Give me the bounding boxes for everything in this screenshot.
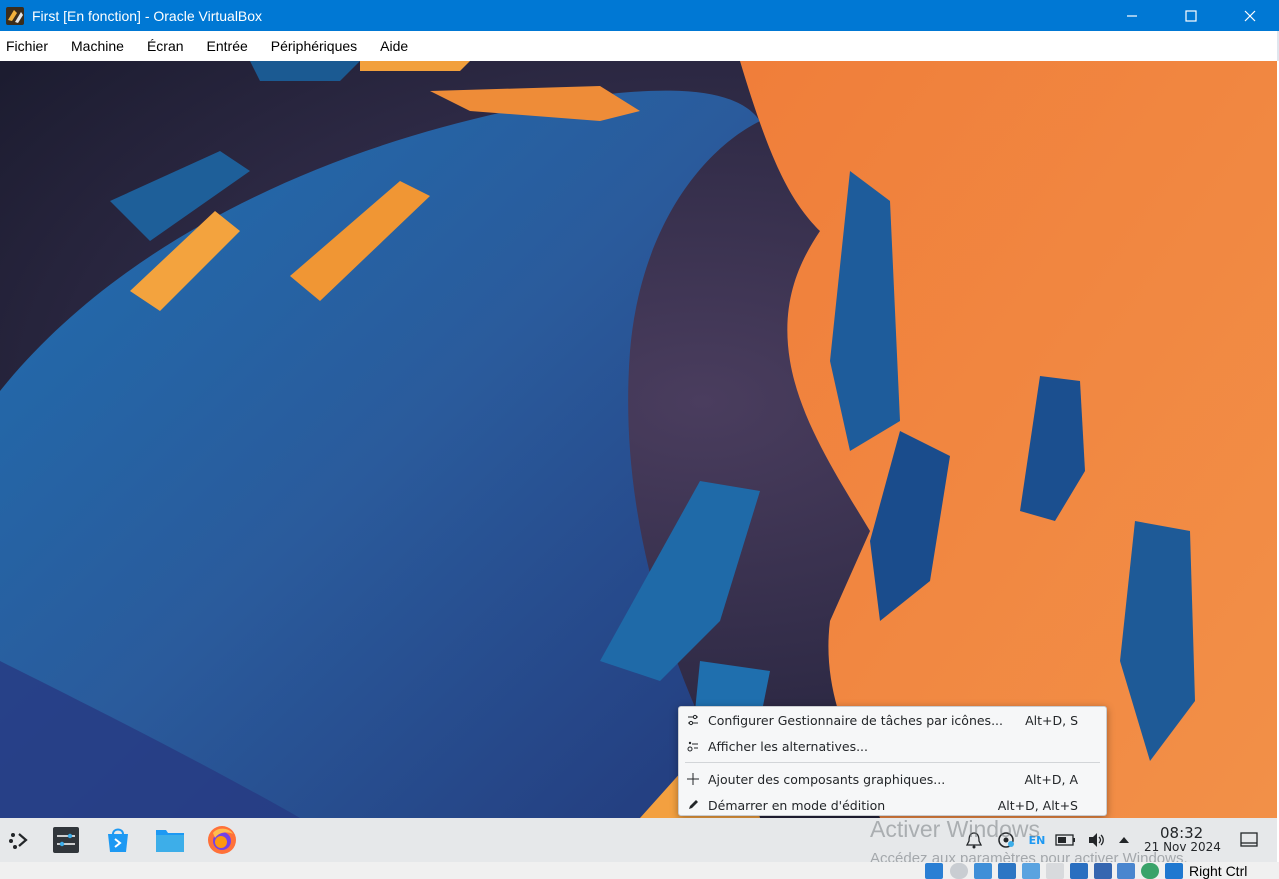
display-icon[interactable] (1070, 863, 1088, 879)
maximize-button[interactable] (1161, 0, 1220, 31)
menu-item-label: Ajouter des composants graphiques... (708, 771, 946, 787)
panel-context-menu: Configurer Gestionnaire de tâches par ic… (678, 706, 1107, 816)
configure-icon (686, 713, 700, 727)
network-adapter-icon[interactable] (998, 863, 1016, 879)
usb-icon[interactable] (1022, 863, 1040, 879)
show-desktop-icon[interactable] (1234, 824, 1264, 856)
desktop-wallpaper (0, 61, 1277, 818)
maximize-icon (1184, 9, 1197, 22)
menu-item-show-alternatives[interactable]: Afficher les alternatives... (679, 734, 1106, 758)
shared-folders-icon[interactable] (1046, 863, 1064, 879)
virtualbox-statusbar: Right Ctrl (0, 862, 1279, 879)
menu-item-label: Démarrer en mode d'édition (708, 797, 886, 813)
firefox-icon[interactable] (206, 824, 238, 856)
close-icon (1244, 10, 1255, 21)
application-launcher-icon[interactable] (2, 824, 34, 856)
menu-bar: Fichier Machine Écran Entrée Périphériqu… (0, 31, 1279, 61)
vm-display[interactable]: Configurer Gestionnaire de tâches par ic… (0, 61, 1277, 818)
virtualbox-app-icon (6, 6, 24, 25)
menu-aide[interactable]: Aide (380, 38, 408, 54)
menu-item-shortcut: Alt+D, Alt+S (997, 797, 1078, 813)
window-title: First [En fonction] - Oracle VirtualBox (32, 7, 263, 24)
audio-icon[interactable] (974, 863, 992, 879)
menu-peripheriques[interactable]: Périphériques (271, 38, 357, 54)
menu-item-configure-task-manager[interactable]: Configurer Gestionnaire de tâches par ic… (679, 708, 1106, 732)
mouse-integration-icon[interactable] (1141, 863, 1159, 879)
menu-machine[interactable]: Machine (71, 38, 124, 54)
discover-store-icon[interactable] (102, 824, 134, 856)
activation-watermark-title: Activer Windows (870, 816, 1040, 842)
close-button[interactable] (1220, 0, 1279, 31)
menu-separator (685, 762, 1100, 763)
add-icon (686, 772, 700, 786)
menu-ecran[interactable]: Écran (147, 38, 184, 54)
menu-item-label: Configurer Gestionnaire de tâches par ic… (708, 712, 1003, 728)
menu-item-shortcut: Alt+D, S (1025, 712, 1078, 728)
minimize-icon (1126, 14, 1137, 17)
alternatives-icon (686, 739, 700, 753)
optical-drive-icon[interactable] (950, 863, 968, 879)
menu-item-add-widgets[interactable]: Ajouter des composants graphiques... Alt… (679, 767, 1106, 791)
menu-item-edit-mode[interactable]: Démarrer en mode d'édition Alt+D, Alt+S (679, 793, 1106, 817)
edit-icon (686, 798, 700, 812)
keyboard-capture-icon[interactable] (1165, 863, 1183, 879)
menu-entree[interactable]: Entrée (207, 38, 248, 54)
file-manager-icon[interactable] (154, 824, 186, 856)
hard-disk-icon[interactable] (925, 863, 943, 879)
system-settings-icon[interactable] (50, 824, 82, 856)
menu-item-label: Afficher les alternatives... (708, 738, 869, 754)
menu-item-shortcut: Alt+D, A (1024, 771, 1078, 787)
vt-x-icon[interactable] (1117, 863, 1135, 879)
recording-icon[interactable] (1094, 863, 1112, 879)
menu-fichier[interactable]: Fichier (6, 38, 48, 54)
minimize-button[interactable] (1102, 0, 1161, 31)
window-titlebar[interactable]: First [En fonction] - Oracle VirtualBox (0, 0, 1279, 31)
host-key-label: Right Ctrl (1189, 863, 1248, 879)
